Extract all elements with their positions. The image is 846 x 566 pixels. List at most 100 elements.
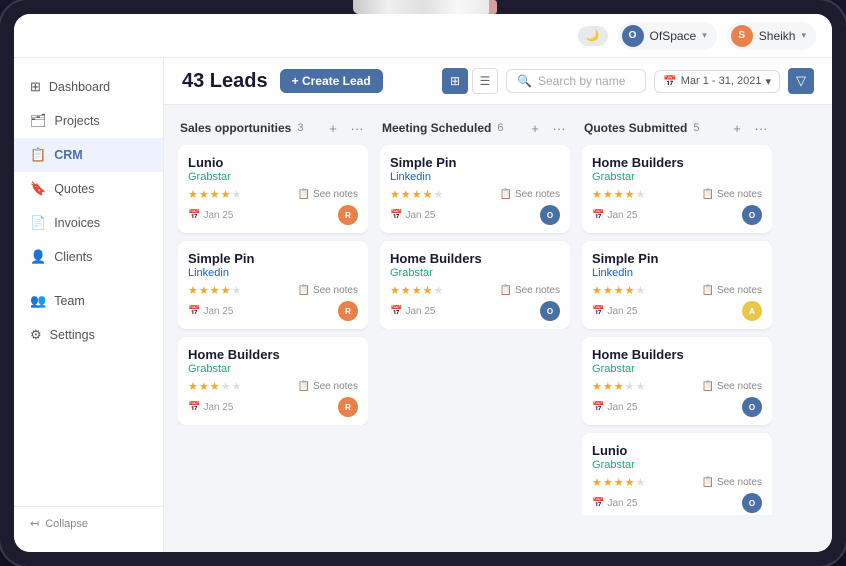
date-range-label: Mar 1 - 31, 2021 bbox=[681, 75, 762, 87]
grid-view-button[interactable]: ⊞ bbox=[442, 68, 468, 94]
col-add-btn-quotes-submitted[interactable]: + bbox=[728, 119, 746, 137]
see-notes-btn[interactable]: 📋 See notes bbox=[500, 189, 561, 200]
see-notes-btn[interactable]: 📋 See notes bbox=[702, 285, 763, 296]
card-sales-opportunities-1[interactable]: Simple Pin Linkedin ★★★★★ 📋 See notes 📅 … bbox=[178, 241, 368, 329]
card-stars: ★★★★★ bbox=[390, 284, 443, 297]
card-rating-row: ★★★★★ 📋 See notes bbox=[592, 284, 762, 297]
see-notes-btn[interactable]: 📋 See notes bbox=[500, 285, 561, 296]
card-avatar: O bbox=[742, 493, 762, 513]
star-1: ★ bbox=[390, 188, 400, 201]
user1-chip[interactable]: O OfSpace ▾ bbox=[618, 22, 717, 50]
notes-icon: 📋 bbox=[500, 189, 512, 200]
see-notes-btn[interactable]: 📋 See notes bbox=[702, 477, 763, 488]
star-5: ★ bbox=[636, 476, 646, 489]
col-title-meeting-scheduled: Meeting Scheduled bbox=[382, 121, 491, 135]
sidebar-item-team[interactable]: 👥 Team bbox=[14, 284, 163, 318]
settings-icon: ⚙ bbox=[30, 327, 42, 343]
date-value: Jan 25 bbox=[405, 306, 435, 317]
projects-icon: 🗂 bbox=[30, 113, 47, 129]
col-menu-btn-sales-opportunities[interactable]: ··· bbox=[348, 119, 366, 137]
top-bar: 🌙 O OfSpace ▾ S Sheikh ▾ bbox=[14, 14, 832, 58]
star-4: ★ bbox=[625, 476, 635, 489]
date-filter[interactable]: 📅 Mar 1 - 31, 2021 ▾ bbox=[654, 70, 780, 93]
card-date: 📅 Jan 25 bbox=[188, 306, 233, 317]
card-date: 📅 Jan 25 bbox=[188, 402, 233, 413]
kanban-col-meeting-scheduled: Meeting Scheduled 6 + ··· Simple Pin Lin… bbox=[380, 119, 570, 538]
col-count-meeting-scheduled: 6 bbox=[497, 122, 503, 134]
see-notes-btn[interactable]: 📋 See notes bbox=[702, 381, 763, 392]
star-2: ★ bbox=[603, 380, 613, 393]
card-avatar: A bbox=[742, 301, 762, 321]
page-title: 43 Leads bbox=[182, 70, 268, 93]
dashboard-icon: ⊞ bbox=[30, 79, 41, 95]
card-rating-row: ★★★★★ 📋 See notes bbox=[188, 284, 358, 297]
see-notes-label: See notes bbox=[313, 381, 358, 392]
star-4: ★ bbox=[625, 188, 635, 201]
card-quotes-submitted-1[interactable]: Simple Pin Linkedin ★★★★★ 📋 See notes 📅 … bbox=[582, 241, 772, 329]
sidebar-item-quotes[interactable]: 🔖 Quotes bbox=[14, 172, 163, 206]
col-title-sales-opportunities: Sales opportunities bbox=[180, 121, 291, 135]
star-3: ★ bbox=[210, 380, 220, 393]
sidebar-label-quotes: Quotes bbox=[54, 182, 94, 196]
col-add-btn-meeting-scheduled[interactable]: + bbox=[526, 119, 544, 137]
card-footer: 📅 Jan 25 O bbox=[592, 493, 762, 513]
card-meeting-scheduled-0[interactable]: Simple Pin Linkedin ★★★★★ 📋 See notes 📅 … bbox=[380, 145, 570, 233]
sidebar-item-dashboard[interactable]: ⊞ Dashboard bbox=[14, 70, 163, 104]
card-footer: 📅 Jan 25 R bbox=[188, 301, 358, 321]
user1-name: OfSpace bbox=[650, 29, 697, 43]
tablet-frame: 🌙 O OfSpace ▾ S Sheikh ▾ ⊞ bbox=[0, 0, 846, 566]
dark-mode-toggle[interactable]: 🌙 bbox=[578, 26, 608, 46]
col-add-btn-sales-opportunities[interactable]: + bbox=[324, 119, 342, 137]
date-value: Jan 25 bbox=[607, 306, 637, 317]
card-footer: 📅 Jan 25 A bbox=[592, 301, 762, 321]
card-footer: 📅 Jan 25 O bbox=[592, 205, 762, 225]
quotes-icon: 🔖 bbox=[30, 181, 46, 197]
star-2: ★ bbox=[603, 284, 613, 297]
date-value: Jan 25 bbox=[607, 210, 637, 221]
card-sales-opportunities-2[interactable]: Home Builders Grabstar ★★★★★ 📋 See notes… bbox=[178, 337, 368, 425]
card-meeting-scheduled-1[interactable]: Home Builders Grabstar ★★★★★ 📋 See notes… bbox=[380, 241, 570, 329]
card-stars: ★★★★★ bbox=[592, 284, 645, 297]
star-1: ★ bbox=[188, 380, 198, 393]
collapse-label: Collapse bbox=[45, 518, 88, 530]
search-box[interactable]: 🔍 Search by name bbox=[506, 69, 646, 93]
apple-pencil bbox=[353, 0, 493, 14]
card-company: Home Builders bbox=[592, 155, 762, 170]
card-sales-opportunities-0[interactable]: Lunio Grabstar ★★★★★ 📋 See notes 📅 Jan 2… bbox=[178, 145, 368, 233]
col-menu-btn-meeting-scheduled[interactable]: ··· bbox=[550, 119, 568, 137]
see-notes-label: See notes bbox=[717, 285, 762, 296]
sidebar-item-invoices[interactable]: 📄 Invoices bbox=[14, 206, 163, 240]
card-footer: 📅 Jan 25 R bbox=[188, 397, 358, 417]
col-menu-btn-quotes-submitted[interactable]: ··· bbox=[752, 119, 770, 137]
card-quotes-submitted-2[interactable]: Home Builders Grabstar ★★★★★ 📋 See notes… bbox=[582, 337, 772, 425]
notes-icon: 📋 bbox=[298, 189, 310, 200]
date-cal-icon: 📅 bbox=[592, 210, 604, 221]
card-source: Linkedin bbox=[390, 171, 560, 183]
collapse-button[interactable]: ↤ Collapse bbox=[30, 517, 147, 530]
sidebar-item-settings[interactable]: ⚙ Settings bbox=[14, 318, 163, 352]
card-date: 📅 Jan 25 bbox=[188, 210, 233, 221]
see-notes-btn[interactable]: 📋 See notes bbox=[298, 381, 359, 392]
sidebar-label-invoices: Invoices bbox=[54, 216, 100, 230]
card-avatar: O bbox=[742, 205, 762, 225]
user2-chip[interactable]: S Sheikh ▾ bbox=[727, 22, 816, 50]
see-notes-btn[interactable]: 📋 See notes bbox=[702, 189, 763, 200]
card-quotes-submitted-3[interactable]: Lunio Grabstar ★★★★★ 📋 See notes 📅 Jan 2… bbox=[582, 433, 772, 515]
card-date: 📅 Jan 25 bbox=[592, 402, 637, 413]
card-quotes-submitted-0[interactable]: Home Builders Grabstar ★★★★★ 📋 See notes… bbox=[582, 145, 772, 233]
see-notes-btn[interactable]: 📋 See notes bbox=[298, 285, 359, 296]
list-view-button[interactable]: ☰ bbox=[472, 68, 498, 94]
sidebar-item-projects[interactable]: 🗂 Projects bbox=[14, 104, 163, 138]
sidebar-nav: ⊞ Dashboard 🗂 Projects 📋 CRM 🔖 Quotes bbox=[14, 70, 163, 506]
date-cal-icon: 📅 bbox=[592, 402, 604, 413]
card-rating-row: ★★★★★ 📋 See notes bbox=[592, 476, 762, 489]
create-lead-button[interactable]: + Create Lead bbox=[280, 69, 383, 93]
card-footer: 📅 Jan 25 O bbox=[592, 397, 762, 417]
see-notes-label: See notes bbox=[717, 189, 762, 200]
sidebar-item-clients[interactable]: 👤 Clients bbox=[14, 240, 163, 274]
notes-icon: 📋 bbox=[500, 285, 512, 296]
see-notes-btn[interactable]: 📋 See notes bbox=[298, 189, 359, 200]
sidebar-item-crm[interactable]: 📋 CRM bbox=[14, 138, 163, 172]
col-header-quotes-submitted: Quotes Submitted 5 + ··· bbox=[582, 119, 772, 137]
filter-button[interactable]: ▽ bbox=[788, 68, 814, 94]
